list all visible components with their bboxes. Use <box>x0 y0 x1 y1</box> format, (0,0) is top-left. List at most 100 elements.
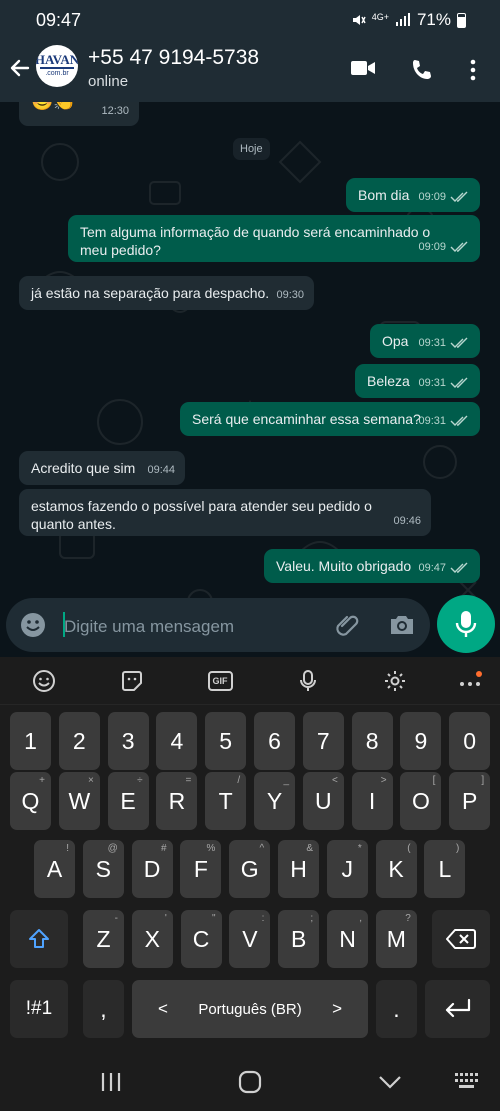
key-label: 9 <box>414 727 428 754</box>
key-t[interactable]: T / <box>205 772 247 830</box>
space-bar[interactable]: < Português (BR) > <box>132 980 368 1038</box>
key-l[interactable]: L) <box>424 840 466 898</box>
symbols-key[interactable]: !#1 <box>10 980 68 1038</box>
message-input[interactable]: Digite uma mensagem <box>6 598 430 652</box>
key-label: K <box>388 855 404 882</box>
camera-icon[interactable] <box>388 612 416 638</box>
key-1[interactable]: 1 <box>10 712 51 770</box>
key-q[interactable]: Q + <box>10 772 51 830</box>
message-meta: 09:09 <box>418 188 470 206</box>
key-label: , <box>100 995 107 1022</box>
key-label: Q <box>21 787 40 814</box>
more-keyboard-options-icon[interactable] <box>456 667 484 695</box>
key-d[interactable]: D # <box>131 840 173 898</box>
key-b[interactable]: B; <box>278 910 320 968</box>
message-placeholder: Digite uma mensagem <box>64 617 235 636</box>
chat-area[interactable]: 😊👏 12:30 Hoje Bom dia 09:09 Tem alguma i… <box>0 102 500 655</box>
key-s[interactable]: S @ <box>82 840 124 898</box>
settings-gear-icon[interactable] <box>381 667 409 695</box>
key-7[interactable]: 7 <box>302 712 344 770</box>
backspace-key[interactable] <box>432 910 490 968</box>
key-f[interactable]: F% <box>180 840 222 898</box>
key-m[interactable]: M? <box>375 910 417 968</box>
key-label: B <box>291 925 307 952</box>
chat-header: HAVAN .com.br +55 47 9194-5738 online <box>0 40 500 102</box>
key-k[interactable]: K( <box>375 840 417 898</box>
voice-input-icon[interactable] <box>294 667 322 695</box>
network-type: 4G+ <box>371 11 389 22</box>
key-label: . <box>393 995 400 1022</box>
sticker-icon[interactable] <box>118 667 146 695</box>
key-8[interactable]: 8 <box>351 712 393 770</box>
emoji-keyboard-icon[interactable] <box>30 667 58 695</box>
key-e[interactable]: E ÷ <box>107 772 149 830</box>
enter-key[interactable] <box>425 980 490 1038</box>
keyboard-switch-icon[interactable] <box>454 1072 480 1090</box>
message-bubble-outgoing[interactable]: Valeu. Muito obrigado 09:47 <box>264 549 480 583</box>
shift-key[interactable] <box>10 910 68 968</box>
key-label: H <box>290 855 307 882</box>
key-w[interactable]: W × <box>58 772 100 830</box>
key-secondary-label: @ <box>107 843 118 854</box>
key-i[interactable]: I > <box>351 772 393 830</box>
period-key[interactable]: . <box>376 980 417 1038</box>
key-5[interactable]: 5 <box>205 712 247 770</box>
message-time: 09:31 <box>418 377 446 389</box>
message-bubble-incoming[interactable]: já estão na separação para despacho. 09:… <box>19 276 314 310</box>
key-9[interactable]: 9 <box>400 712 442 770</box>
key-secondary-label: * <box>357 843 362 854</box>
message-text: já estão na separação para despacho. <box>31 285 270 301</box>
battery-icon <box>457 12 466 28</box>
hide-keyboard-icon[interactable] <box>378 1074 402 1090</box>
keyboard-toolbar: GIF <box>0 657 500 705</box>
message-time: 09:09 <box>418 241 446 253</box>
key-y[interactable]: Y _ <box>254 772 295 830</box>
key-secondary-label: & <box>306 843 313 854</box>
contact-avatar[interactable]: HAVAN .com.br <box>36 45 78 87</box>
message-bubble-outgoing[interactable]: Será que encaminhar essa semana? 09:31 <box>180 402 480 436</box>
key-6[interactable]: 6 <box>254 712 295 770</box>
more-options-icon[interactable] <box>466 58 480 82</box>
contact-name[interactable]: +55 47 9194-5738 <box>88 46 259 70</box>
status-bar: 09:47 4G+ 71% <box>0 0 500 40</box>
voice-record-button[interactable] <box>437 595 495 653</box>
emoji-icon[interactable] <box>20 612 46 638</box>
message-bubble-outgoing[interactable]: Opa 09:31 <box>370 324 480 358</box>
message-time: 09:31 <box>418 337 446 349</box>
message-bubble-incoming[interactable]: 😊👏 12:30 <box>19 102 139 126</box>
key-v[interactable]: V: <box>229 910 271 968</box>
message-bubble-outgoing[interactable]: Bom dia 09:09 <box>346 178 480 212</box>
key-label: C <box>192 925 210 952</box>
comma-key[interactable]: , <box>83 980 124 1038</box>
attach-icon[interactable] <box>334 612 360 638</box>
key-p[interactable]: P] <box>449 772 491 830</box>
key-2[interactable]: 2 <box>58 712 100 770</box>
key-label: 6 <box>268 727 281 754</box>
key-0[interactable]: 0 <box>449 712 491 770</box>
key-r[interactable]: R = <box>156 772 198 830</box>
message-time: 12:30 <box>101 105 129 117</box>
message-bubble-incoming[interactable]: Acredito que sim 09:44 <box>19 451 185 485</box>
key-u[interactable]: U < <box>302 772 344 830</box>
key-z[interactable]: Z- <box>83 910 124 968</box>
home-icon[interactable] <box>238 1070 262 1094</box>
key-n[interactable]: N, <box>327 910 368 968</box>
phone-call-icon[interactable] <box>410 58 434 82</box>
key-3[interactable]: 3 <box>107 712 149 770</box>
back-arrow-icon[interactable] <box>6 54 34 82</box>
message-bubble-outgoing[interactable]: Beleza 09:31 <box>355 364 480 398</box>
message-bubble-outgoing[interactable]: Tem alguma informação de quando será enc… <box>68 215 480 262</box>
gif-icon[interactable]: GIF <box>206 667 234 695</box>
double-check-icon <box>450 337 468 348</box>
key-o[interactable]: O[ <box>400 772 442 830</box>
key-a[interactable]: A! <box>34 840 75 898</box>
recent-apps-icon[interactable] <box>100 1072 122 1092</box>
key-x[interactable]: X ' <box>131 910 173 968</box>
message-bubble-incoming[interactable]: estamos fazendo o possível para atender … <box>19 489 431 536</box>
video-call-icon[interactable] <box>350 58 376 78</box>
key-h[interactable]: H & <box>278 840 319 898</box>
key-j[interactable]: J * <box>326 840 368 898</box>
key-4[interactable]: 4 <box>156 712 198 770</box>
key-g[interactable]: G ^ <box>229 840 271 898</box>
key-c[interactable]: C " <box>180 910 222 968</box>
